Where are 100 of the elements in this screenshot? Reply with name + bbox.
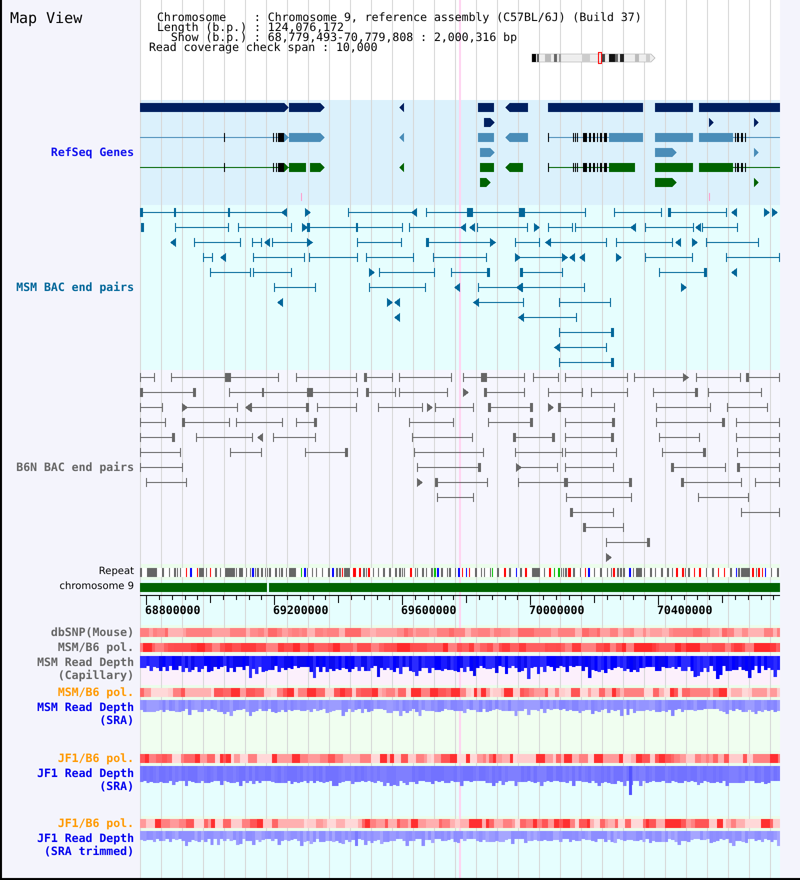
bac-end-pair (307, 223, 357, 232)
arrowhead-icon (220, 253, 226, 262)
gene-model (480, 178, 491, 187)
bac-end-pair (515, 238, 540, 247)
bac-end-pair (736, 418, 780, 427)
bac-end-pair (263, 388, 310, 397)
bac-end-pair (668, 208, 727, 217)
bac-end-pair (558, 403, 615, 412)
position-marker-icon (709, 193, 710, 201)
bac-end-pair (409, 418, 454, 427)
arrowhead-icon (731, 208, 737, 217)
bac-end-pair (412, 433, 473, 442)
bac-end-pair (435, 478, 488, 487)
bac-end-pair (570, 508, 614, 517)
bac-end-pair (518, 478, 567, 487)
bac-end-pair (656, 418, 725, 427)
bac-end-pair (515, 253, 568, 262)
arrowhead-icon (264, 238, 270, 247)
bac-end-pair (435, 403, 474, 412)
bac-end-pair (364, 373, 393, 382)
bac-end-pair (310, 388, 358, 397)
bac-end-pair (273, 433, 316, 442)
track-label: MSM/B6 pol. (58, 686, 134, 699)
arrowhead-icon (675, 238, 681, 247)
gene-model (478, 103, 494, 112)
bac-end-pair (702, 223, 738, 232)
gene-model (505, 103, 528, 112)
bac-end-pair (296, 373, 357, 382)
arrowhead-icon (731, 268, 737, 277)
bac-end-pair (146, 478, 187, 487)
bac-end-pair (741, 508, 780, 517)
bac-end-pair (567, 478, 632, 487)
gene-model (655, 178, 677, 187)
track-label: dbSNP(Mouse) (50, 626, 134, 639)
gene-model (655, 163, 693, 172)
track-label: JF1 Read Depth (SRA trimmed) (37, 832, 134, 858)
bac-end-pair (171, 373, 228, 382)
bac-end-pair (140, 448, 181, 457)
bac-end-pair (681, 478, 742, 487)
bac-end-pair (182, 418, 230, 427)
bac-end-pair (305, 448, 348, 457)
arrowhead-icon (277, 298, 283, 307)
bac-end-pair (737, 463, 780, 472)
position-marker-icon (301, 193, 302, 201)
bac-end-pair (253, 253, 305, 262)
bac-end-pair (516, 463, 558, 472)
bac-end-pair (522, 208, 586, 217)
gene-model (655, 103, 693, 112)
bac-end-pair (727, 403, 768, 412)
gene-model (505, 133, 528, 142)
arrowhead-icon (754, 148, 759, 157)
track-label: MSM/B6 pol. (58, 641, 134, 654)
bac-end-pair (671, 463, 726, 472)
arrowhead-icon (616, 253, 622, 262)
bac-end-pair (252, 238, 262, 247)
arrowhead-icon (754, 118, 759, 127)
bac-end-pair (230, 448, 262, 457)
bac-end-pair (606, 538, 650, 547)
bac-end-pair (229, 388, 263, 397)
bac-end-pair (470, 208, 522, 217)
gene-model (655, 148, 677, 157)
bac-end-pair (566, 493, 632, 502)
bac-end-pair (409, 223, 466, 232)
bac-end-pair (653, 388, 698, 397)
bac-end-pair (533, 373, 559, 382)
bac-end-pair (591, 388, 628, 397)
bac-end-pair (357, 223, 403, 232)
axis-label: 68800000 (145, 603, 200, 617)
bac-end-pair (656, 403, 711, 412)
bac-end-pair (140, 433, 175, 442)
arrowhead-icon (469, 223, 475, 232)
track-label: B6N BAC end pairs (16, 460, 134, 474)
info-line: Read coverage check span : 10,000 (149, 42, 378, 52)
arrowhead-icon (427, 403, 433, 412)
bac-end-pair (203, 253, 213, 262)
bac-end-pair (554, 343, 607, 352)
bac-end-pair (437, 493, 474, 502)
gene-model (505, 163, 523, 172)
track-label: MSM Read Depth (Capillary) (37, 656, 134, 682)
track-label: JF1 Read Depth (SRA) (37, 767, 134, 793)
arrowhead-icon (454, 283, 460, 292)
bac-end-pair (182, 403, 238, 412)
bac-end-pair (737, 448, 780, 457)
bac-end-pair (175, 223, 229, 232)
bac-end-pair (696, 373, 741, 382)
bac-end-pair (726, 253, 780, 262)
bac-end-pair (520, 268, 563, 277)
bac-end-pair (662, 448, 706, 457)
info-line: Chromosome : Chromosome 9, reference assembly (C57BL/6J) (Build 37) (156, 12, 642, 22)
bac-end-pair (210, 268, 251, 277)
bac-end-pair (417, 463, 481, 472)
view-title: Map View (10, 9, 84, 27)
bac-end-pair (548, 388, 583, 397)
bac-end-pair (746, 373, 780, 382)
bac-end-pair (614, 208, 662, 217)
bac-end-pair (659, 268, 707, 277)
bac-end-pair (296, 418, 317, 427)
arrowhead-icon (463, 388, 469, 397)
gene-model (480, 163, 494, 172)
bac-end-pair (140, 373, 155, 382)
